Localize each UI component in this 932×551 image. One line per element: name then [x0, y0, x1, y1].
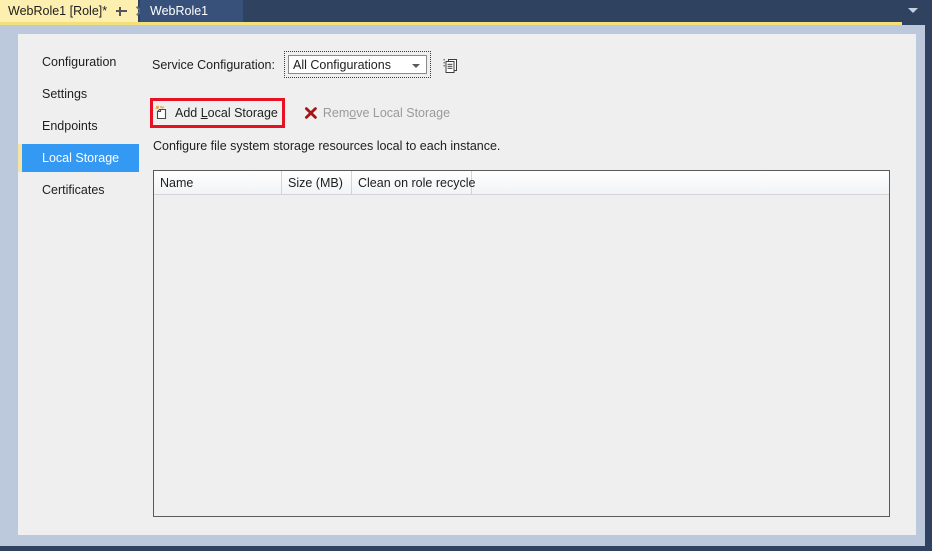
sidebar-item-label: Configuration — [42, 55, 117, 69]
visual-studio-role-designer-window: WebRole1 [Role]* WebRole1 Configuration … — [0, 0, 932, 551]
sidebar-item-label: Settings — [42, 87, 88, 101]
tab-label: WebRole1 [Role]* — [8, 4, 108, 18]
local-storage-pane: Service Configuration: All Configuration… — [139, 34, 916, 535]
remove-local-storage-label: Remove Local Storage — [322, 106, 451, 120]
add-local-storage-button[interactable]: Add Local Storage — [150, 98, 285, 128]
sidebar-item-label: Endpoints — [42, 119, 98, 133]
remove-local-storage-button: Remove Local Storage — [301, 101, 452, 125]
grid-column-header-size[interactable]: Size (MB) — [282, 171, 352, 194]
chevron-down-icon[interactable] — [908, 8, 918, 13]
grid-body-empty[interactable] — [154, 195, 889, 516]
sidebar-item-endpoints[interactable]: Endpoints — [20, 112, 139, 140]
chevron-down-icon — [411, 64, 420, 68]
service-configuration-label: Service Configuration: — [152, 57, 275, 72]
pane-description: Configure file system storage resources … — [153, 139, 501, 153]
sidebar-item-local-storage[interactable]: Local Storage — [18, 144, 139, 172]
document-tab-strip: WebRole1 [Role]* WebRole1 — [0, 0, 932, 22]
red-x-icon — [303, 105, 319, 121]
sidebar-item-label: Certificates — [42, 183, 105, 197]
role-designer-content-panel: Configuration Settings Endpoints Local S… — [18, 34, 916, 535]
tab-webrole1-role[interactable]: WebRole1 [Role]* — [0, 0, 138, 22]
local-storage-grid[interactable]: Name Size (MB) Clean on role recycle — [153, 170, 890, 517]
sidebar-item-certificates[interactable]: Certificates — [20, 176, 139, 204]
tab-webrole1[interactable]: WebRole1 — [140, 0, 243, 22]
service-configuration-focus-ring: All Configurations — [283, 51, 431, 78]
pin-icon[interactable] — [116, 6, 128, 17]
add-storage-icon — [155, 105, 171, 121]
grid-column-header-name[interactable]: Name — [154, 171, 282, 194]
sidebar-item-configuration[interactable]: Configuration — [20, 48, 139, 76]
grid-column-header-filler — [472, 171, 889, 194]
role-designer-sidebar: Configuration Settings Endpoints Local S… — [18, 34, 139, 535]
service-configuration-selected-value: All Configurations — [292, 57, 391, 72]
copy-pages-icon[interactable] — [443, 55, 463, 75]
sidebar-item-label: Local Storage — [42, 151, 120, 165]
service-configuration-row: Service Configuration: All Configuration… — [152, 51, 463, 78]
sidebar-item-settings[interactable]: Settings — [20, 80, 139, 108]
local-storage-toolbar: Add Local Storage Remove Local Storage — [150, 98, 452, 128]
add-local-storage-label: Add Local Storage — [175, 106, 278, 120]
grid-column-header-clean-on-role-recycle[interactable]: Clean on role recycle — [352, 171, 475, 194]
tab-label: WebRole1 — [150, 4, 209, 18]
grid-header-row: Name Size (MB) Clean on role recycle — [154, 171, 889, 195]
service-configuration-select[interactable]: All Configurations — [287, 55, 427, 74]
